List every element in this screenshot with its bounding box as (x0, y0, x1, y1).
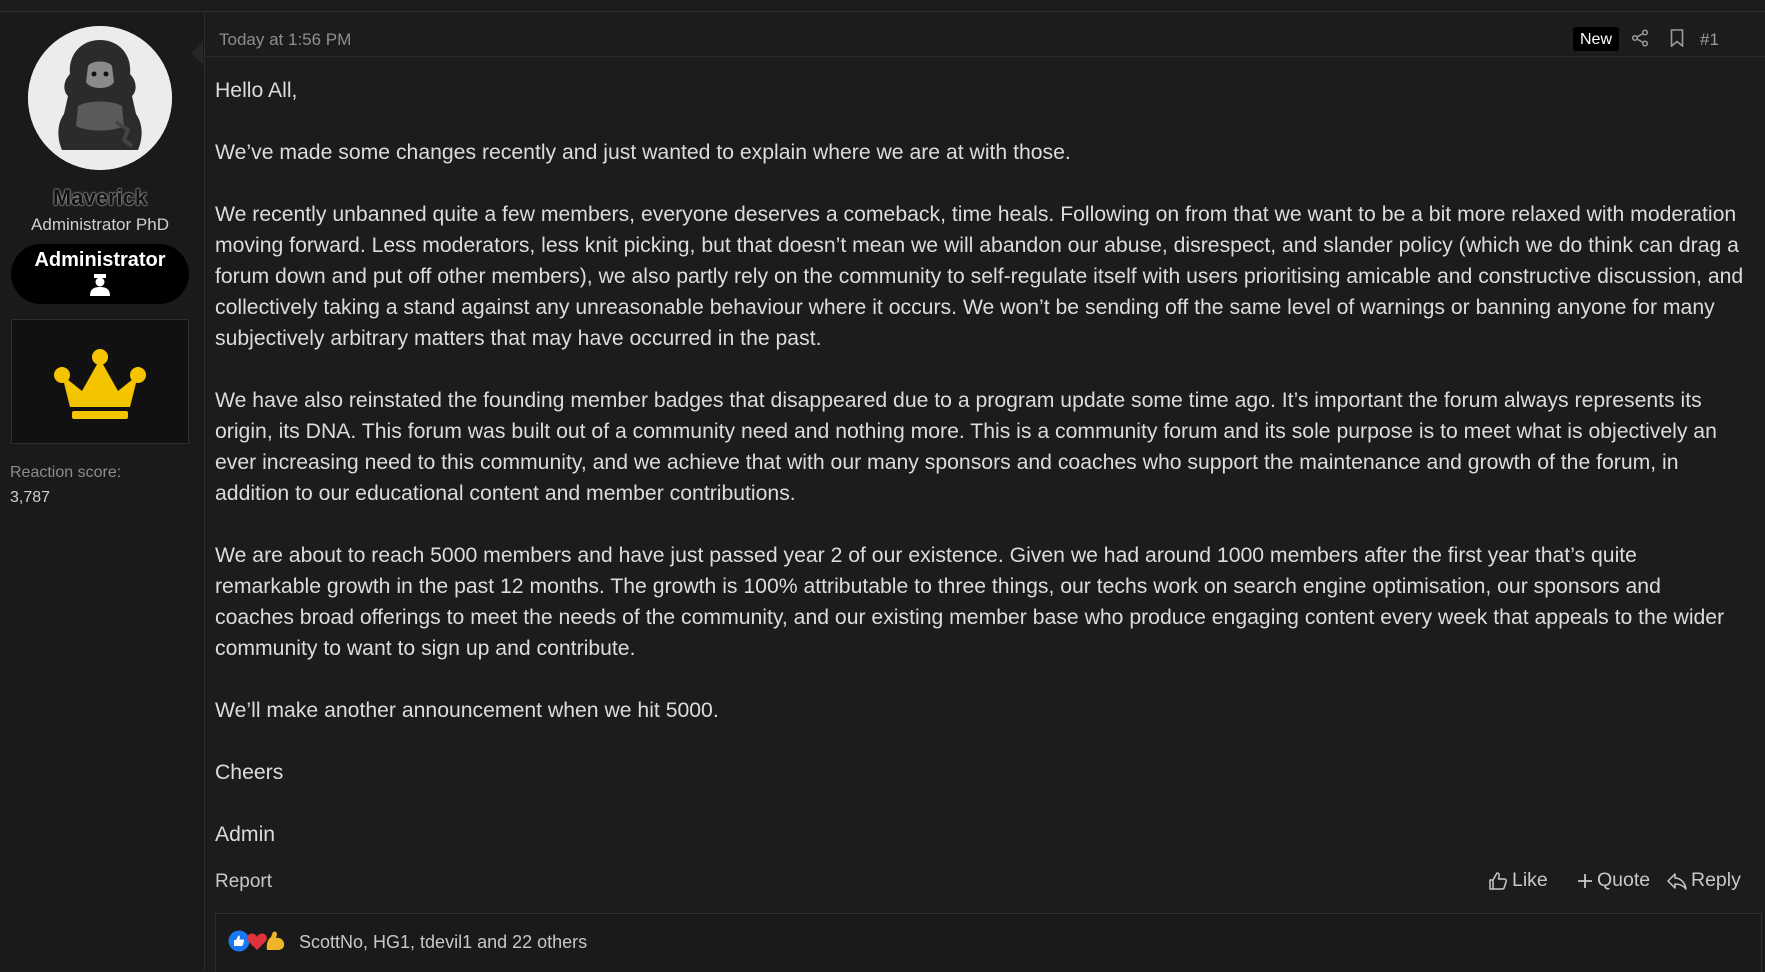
post-header: Today at 1:56 PM New #1 (205, 12, 1765, 57)
user-sidebar: Maverick Administrator PhD Administrator… (0, 12, 205, 971)
username[interactable]: Maverick (0, 185, 200, 211)
user-banner: Administrator (11, 244, 189, 304)
reaction-score-value: 3,787 (10, 489, 51, 506)
post-paragraph: We’ve made some changes recently and jus… (215, 141, 1071, 164)
post-paragraph: Hello All, (215, 79, 298, 102)
share-icon[interactable] (1631, 29, 1649, 52)
post-paragraph: Cheers (215, 761, 284, 784)
lion-avatar-image (28, 26, 172, 170)
quote-label: Quote (1597, 869, 1651, 891)
report-link[interactable]: Report (215, 871, 272, 893)
user-banner-text: Administrator (34, 249, 166, 271)
admin-user-icon (90, 274, 110, 296)
like-label: Like (1512, 869, 1548, 891)
trophy-box (11, 319, 189, 444)
like-button[interactable]: Like (1488, 869, 1548, 892)
reply-icon (1667, 872, 1687, 890)
reactions-bar[interactable]: ScottNo, HG1, tdevil1 and 22 others (215, 913, 1762, 972)
reaction-score-label: Reaction score: (10, 464, 122, 481)
post-paragraph: We are about to reach 5000 members and h… (215, 544, 1725, 660)
post-paragraph: We’ll make another announcement when we … (215, 699, 719, 722)
thumbs-up-icon (1489, 871, 1507, 890)
new-badge: New (1573, 27, 1620, 51)
post-number[interactable]: #1 (1700, 30, 1719, 50)
crown-icon (54, 349, 146, 419)
user-title: Administrator PhD (31, 215, 169, 234)
top-divider (0, 0, 1765, 12)
user-avatar[interactable] (28, 26, 172, 170)
reply-label: Reply (1691, 869, 1741, 891)
post-arrow (191, 41, 203, 65)
plus-icon (1578, 873, 1592, 888)
post-timestamp[interactable]: Today at 1:56 PM (219, 30, 351, 50)
strong-arm-icon (264, 930, 286, 952)
quote-button[interactable]: Quote (1577, 869, 1650, 892)
post-paragraph: Admin (215, 823, 276, 846)
bookmark-icon[interactable] (1670, 29, 1684, 52)
reaction-users[interactable]: ScottNo, HG1, tdevil1 and 22 others (299, 932, 587, 953)
post-paragraph: We have also reinstated the founding mem… (215, 389, 1717, 505)
reply-button[interactable]: Reply (1667, 869, 1741, 892)
reaction-icons (228, 930, 285, 952)
post-paragraph: We recently unbanned quite a few members… (215, 203, 1744, 350)
post-body: Hello All, We’ve made some changes recen… (215, 75, 1745, 881)
